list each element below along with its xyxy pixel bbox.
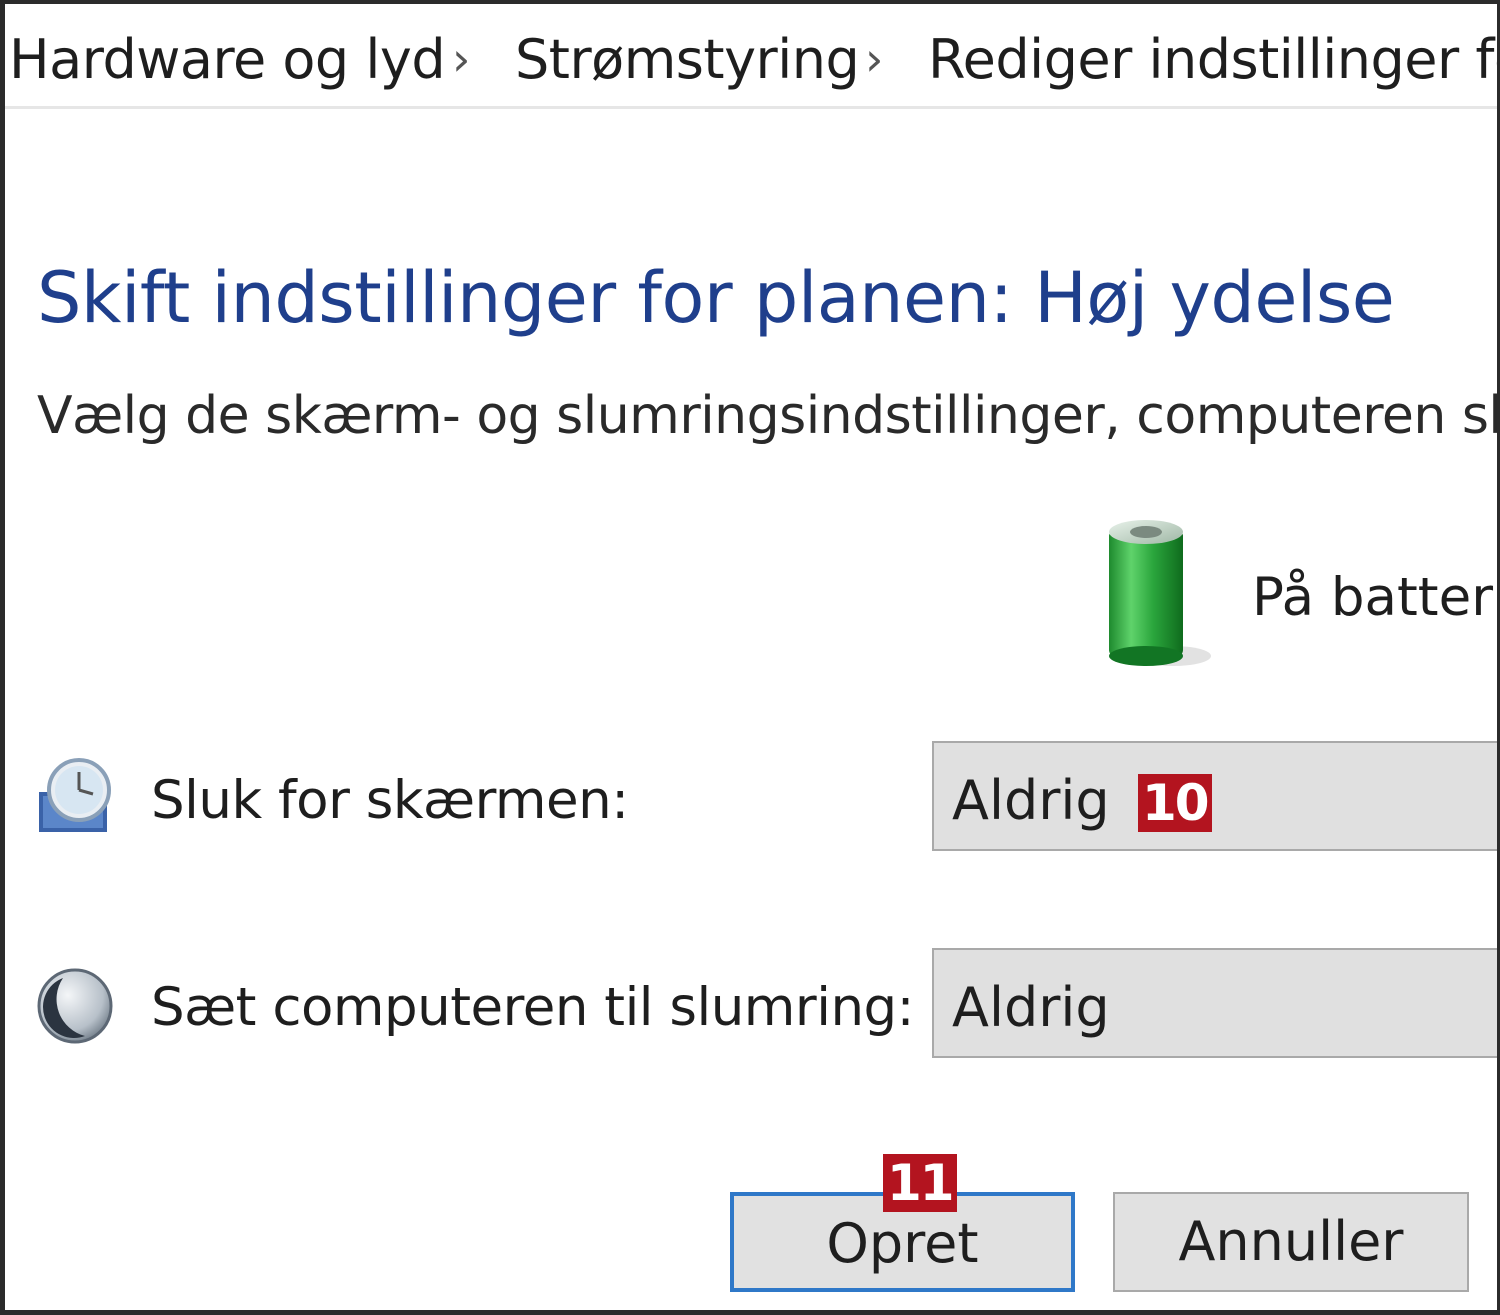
page-description: Vælg de skærm- og slumringsindstillinger… (37, 386, 1500, 446)
window: Hardware og lyd › Strømstyring › Rediger… (0, 0, 1500, 1315)
cancel-button[interactable]: Annuller (1113, 1192, 1469, 1292)
battery-icon (1109, 520, 1211, 666)
sleep-dropdown[interactable]: Aldrig (932, 948, 1497, 1058)
display-off-dropdown[interactable]: Aldrig (932, 741, 1497, 851)
sleep-value: Aldrig (952, 976, 1110, 1039)
page-title: Skift indstillinger for planen: Høj ydel… (37, 257, 1395, 339)
breadcrumb-item-edit-plan: Rediger indstillinger for (928, 28, 1497, 91)
setting-label-sleep: Sæt computeren til slumring: (151, 977, 915, 1038)
breadcrumb-item-power[interactable]: Strømstyring (515, 28, 860, 91)
display-off-value: Aldrig (952, 769, 1110, 832)
breadcrumb-item-hardware[interactable]: Hardware og lyd (9, 28, 446, 91)
chevron-right-icon: › (865, 32, 884, 86)
annotation-badge-10: 10 (1138, 774, 1212, 832)
breadcrumb: Hardware og lyd › Strømstyring › Rediger… (5, 4, 1497, 109)
annotation-badge-11: 11 (883, 1154, 957, 1212)
chevron-right-icon: › (452, 32, 471, 86)
setting-label-display-off: Sluk for skærmen: (151, 770, 629, 831)
moon-sleep-icon (37, 968, 113, 1044)
monitor-clock-icon (39, 758, 111, 832)
column-header-on-battery: På batteri (1252, 567, 1500, 628)
